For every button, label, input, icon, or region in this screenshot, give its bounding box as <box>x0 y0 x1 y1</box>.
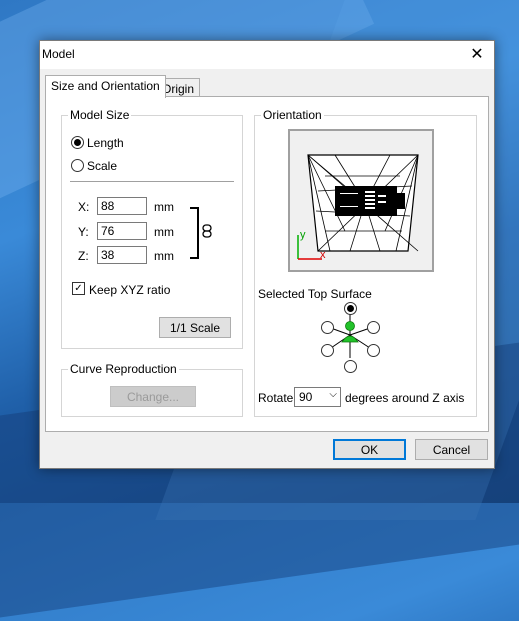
chain-link-icon[interactable] <box>201 224 213 238</box>
close-button[interactable]: ✕ <box>460 41 494 69</box>
tab-size-and-orientation[interactable]: Size and Orientation <box>45 75 166 98</box>
surface-top-radio[interactable] <box>344 302 357 315</box>
curve-reproduction-group-label: Curve Reproduction <box>68 362 179 376</box>
cancel-button[interactable]: Cancel <box>415 439 488 460</box>
scale-radio[interactable] <box>71 159 84 172</box>
surface-lower-right-radio[interactable] <box>367 344 380 357</box>
model-dialog: Model ✕ Size and Orientation Origin Mode… <box>39 40 495 469</box>
keep-ratio-label: Keep XYZ ratio <box>89 283 171 297</box>
length-label: Length <box>87 136 124 150</box>
model-preview: y x <box>288 129 434 272</box>
title-bar: Model ✕ <box>40 41 494 69</box>
x-label: X: <box>78 200 90 214</box>
model-size-group: Model Size Length Scale X: mm Y: mm Z: m… <box>61 108 243 349</box>
keep-ratio-checkbox[interactable]: ✓ <box>72 282 85 295</box>
x-unit: mm <box>154 200 174 214</box>
z-dimension-field[interactable] <box>97 246 147 264</box>
model-size-group-label: Model Size <box>68 108 132 122</box>
surface-bottom-radio[interactable] <box>344 360 357 373</box>
chevron-down-icon: ⌵ <box>329 389 337 400</box>
surface-upper-right-radio[interactable] <box>367 321 380 334</box>
top-surface-selector <box>315 302 385 373</box>
tab-panel: Model Size Length Scale X: mm Y: mm Z: m… <box>45 96 489 432</box>
ok-button[interactable]: OK <box>333 439 406 460</box>
y-unit: mm <box>154 225 174 239</box>
scale-label: Scale <box>87 159 118 173</box>
orientation-group: Orientation y x Selected Top Surface Rot… <box>254 108 477 417</box>
selected-top-surface-label: Selected Top Surface <box>258 287 372 301</box>
surface-lower-left-radio[interactable] <box>321 344 334 357</box>
axis-y-label: y <box>300 229 306 241</box>
axis-x-label: x <box>320 249 326 261</box>
dimension-link-bracket <box>190 207 199 259</box>
change-button[interactable]: Change... <box>110 386 196 407</box>
orientation-group-label: Orientation <box>261 108 324 122</box>
curve-reproduction-group: Curve Reproduction Change... <box>61 362 243 417</box>
dialog-title: Model <box>42 47 75 61</box>
divider <box>70 181 234 182</box>
one-to-one-scale-button[interactable]: 1/1 Scale <box>159 317 231 338</box>
rotate-label: Rotate <box>258 391 294 405</box>
surface-upper-left-radio[interactable] <box>321 321 334 334</box>
rotate-select[interactable]: 90 ⌵ <box>294 387 341 407</box>
rotate-suffix-label: degrees around Z axis <box>345 391 465 405</box>
length-radio[interactable] <box>71 136 84 149</box>
x-dimension-field[interactable] <box>97 197 147 215</box>
close-icon: ✕ <box>470 46 484 63</box>
y-label: Y: <box>78 225 89 239</box>
y-dimension-field[interactable] <box>97 222 147 240</box>
rotate-value: 90 <box>299 390 313 404</box>
z-label: Z: <box>78 249 89 263</box>
z-unit: mm <box>154 249 174 263</box>
